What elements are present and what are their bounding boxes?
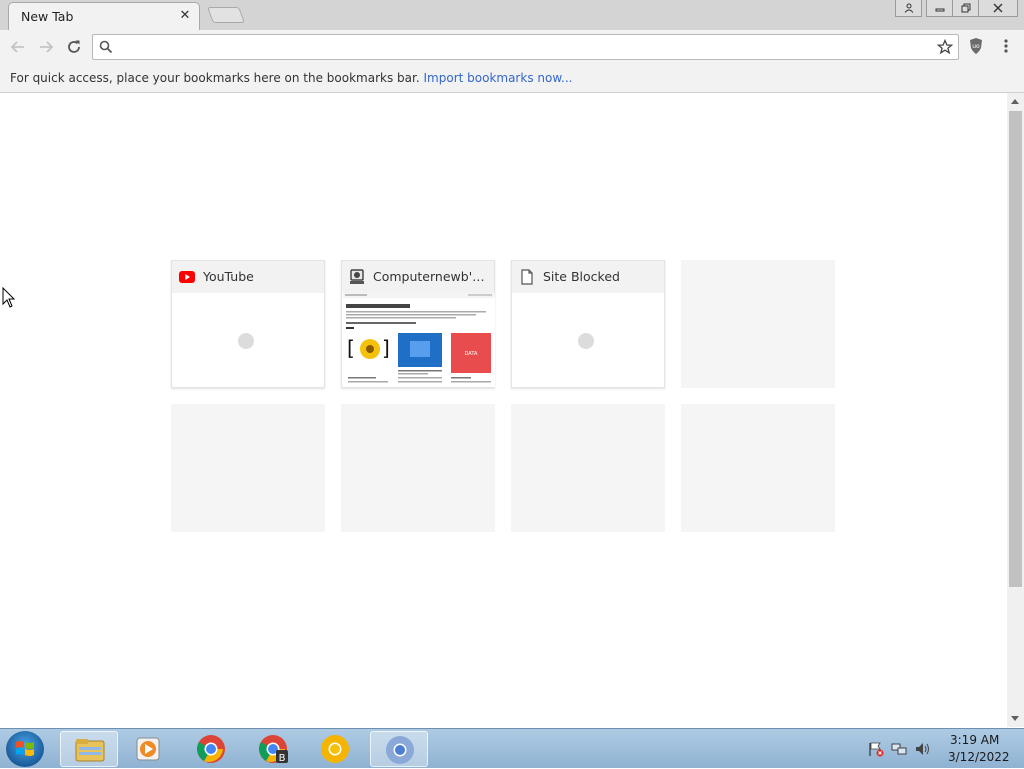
tile-title: Computernewb's Int... — [373, 269, 491, 284]
reload-icon — [68, 40, 80, 53]
tile-title: Site Blocked — [543, 269, 620, 284]
svg-text:[: [ — [347, 336, 355, 360]
omnibox[interactable] — [92, 34, 959, 60]
close-window-icon — [993, 3, 1003, 13]
restore-button[interactable] — [952, 0, 979, 17]
taskbar-chrome-beta[interactable]: B — [244, 731, 302, 767]
thumbnail-image: [ ] DATA — [343, 293, 495, 383]
media-player-icon — [136, 737, 160, 761]
menu-button[interactable] — [998, 36, 1014, 56]
tile-header: Site Blocked — [512, 261, 664, 293]
restore-icon — [961, 3, 970, 13]
chrome-icon — [197, 735, 225, 763]
omnibox-input[interactable] — [123, 38, 927, 58]
bookmarks-prompt: For quick access, place your bookmarks h… — [10, 71, 420, 85]
network-icon[interactable] — [891, 741, 907, 757]
taskbar-chromium-active[interactable] — [370, 731, 428, 767]
svg-text:]: ] — [382, 336, 390, 360]
tile-header: YouTube — [172, 261, 324, 293]
tile-header: Computernewb's Int... — [342, 261, 494, 293]
computer-icon — [350, 269, 364, 284]
action-center-flag-icon[interactable] — [868, 741, 884, 757]
minimize-icon — [935, 8, 944, 12]
taskbar-explorer[interactable] — [60, 731, 118, 767]
forward-arrow-icon — [40, 41, 54, 53]
youtube-icon — [179, 271, 195, 283]
bookmarks-bar-text: For quick access, place your bookmarks h… — [10, 71, 573, 85]
chrome-canary-icon — [321, 735, 349, 763]
empty-tile — [341, 404, 495, 532]
user-icon — [904, 3, 913, 13]
scroll-up-arrow-icon[interactable] — [1011, 99, 1019, 104]
windows-logo-icon — [16, 741, 34, 756]
svg-text:uo: uo — [972, 43, 980, 50]
taskbar-chrome[interactable] — [182, 731, 240, 767]
empty-tile — [681, 260, 835, 388]
new-tab-button[interactable] — [207, 7, 245, 23]
windows-taskbar: B 3:19 AM 3/12/2022 — [0, 728, 1024, 768]
mouse-pointer-icon — [2, 287, 16, 308]
svg-text:B: B — [279, 753, 286, 764]
forward-button[interactable] — [35, 36, 57, 58]
import-bookmarks-link[interactable]: Import bookmarks now... — [424, 71, 573, 85]
chromium-icon — [386, 736, 414, 764]
volume-icon[interactable] — [914, 741, 930, 757]
back-arrow-icon — [10, 41, 24, 53]
tile-title: YouTube — [203, 269, 254, 284]
extension-shield-button[interactable]: uo — [966, 36, 986, 56]
vertical-scrollbar[interactable] — [1007, 93, 1024, 727]
bookmark-star-icon[interactable] — [937, 39, 953, 55]
tab-strip: New Tab ✕ — [0, 0, 1024, 30]
search-icon — [99, 40, 113, 54]
tab-title: New Tab — [21, 9, 74, 24]
bookmarks-bar: For quick access, place your bookmarks h… — [0, 64, 1024, 93]
close-icon[interactable]: ✕ — [177, 8, 193, 24]
reload-button[interactable] — [63, 36, 85, 58]
loading-placeholder — [578, 333, 594, 349]
most-visited-tile-youtube[interactable]: YouTube — [171, 260, 325, 388]
taskbar-media-player[interactable] — [120, 731, 178, 767]
empty-tile — [171, 404, 325, 532]
start-button[interactable] — [6, 731, 44, 767]
chrome-beta-icon: B — [259, 735, 288, 764]
folder-icon — [75, 739, 105, 762]
minimize-button[interactable] — [926, 0, 953, 17]
ublock-shield-icon: uo — [970, 38, 982, 54]
back-button[interactable] — [7, 36, 29, 58]
loading-placeholder — [238, 333, 254, 349]
empty-tile — [681, 404, 835, 532]
new-tab-page: YouTube Computernewb's Int... — [0, 93, 1007, 727]
most-visited-tile-computernewb[interactable]: Computernewb's Int... [ ] — [341, 260, 495, 388]
taskbar-chrome-canary[interactable] — [306, 731, 364, 767]
most-visited-tile-site-blocked[interactable]: Site Blocked — [511, 260, 665, 388]
scroll-down-arrow-icon[interactable] — [1011, 716, 1019, 721]
toolbar — [0, 30, 1024, 64]
page-thumbnail: [ ] DATA — [343, 293, 495, 387]
svg-text:DATA: DATA — [465, 351, 478, 357]
empty-tile — [511, 404, 665, 532]
three-dots-menu-icon — [1004, 39, 1008, 53]
clock-time[interactable]: 3:19 AM — [950, 733, 999, 747]
tab-new-tab[interactable]: New Tab ✕ — [8, 2, 200, 30]
scroll-thumb[interactable] — [1009, 111, 1022, 587]
profile-button[interactable] — [895, 0, 922, 17]
page-icon — [521, 269, 533, 285]
clock-date[interactable]: 3/12/2022 — [948, 750, 1010, 764]
close-window-button[interactable] — [978, 0, 1018, 17]
